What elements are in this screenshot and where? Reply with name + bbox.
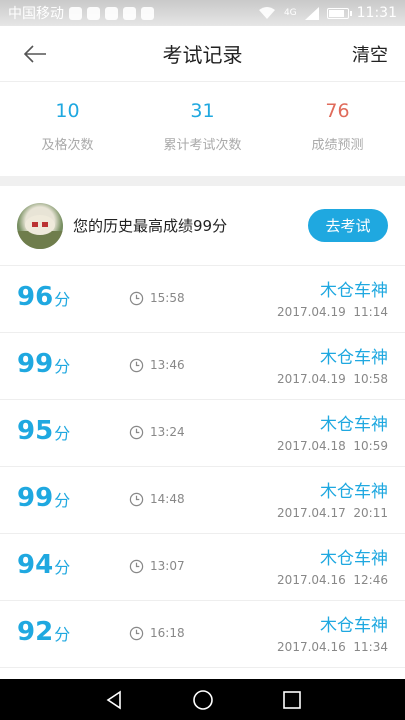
score: 99分 bbox=[17, 349, 70, 379]
score-value: 92 bbox=[17, 617, 54, 647]
network-type: 4G bbox=[283, 8, 297, 18]
status-bar: 中国移动 4G 11:31 bbox=[0, 0, 405, 26]
exam-datetime: 2017.04.16 11:34 bbox=[277, 640, 388, 654]
notification-app-icon bbox=[141, 6, 154, 20]
score: 99分 bbox=[17, 483, 70, 513]
score-value: 95 bbox=[17, 416, 54, 446]
clear-button[interactable]: 清空 bbox=[335, 41, 405, 67]
exam-date: 2017.04.19 bbox=[277, 372, 346, 386]
notification-app-icon bbox=[69, 6, 82, 20]
exam-duration: 14:48 bbox=[150, 492, 185, 506]
avatar bbox=[17, 202, 63, 249]
exam-datetime: 2017.04.18 10:59 bbox=[277, 439, 388, 453]
arrow-left-icon bbox=[23, 44, 46, 63]
stat-value: 31 bbox=[190, 100, 215, 122]
exam-duration: 13:24 bbox=[150, 425, 185, 439]
exam-record-row[interactable]: 99分 13:46 木仓车神 2017.04.19 10:58 bbox=[0, 333, 405, 400]
exam-time: 11:34 bbox=[353, 640, 388, 654]
score-value: 96 bbox=[17, 282, 54, 312]
exam-date: 2017.04.19 bbox=[277, 305, 346, 319]
notification-app-icon bbox=[87, 6, 100, 20]
battery-icon bbox=[326, 7, 352, 19]
exam-time: 10:59 bbox=[353, 439, 388, 453]
exam-record-row[interactable]: 99分 14:48 木仓车神 2017.04.17 20:11 bbox=[0, 467, 405, 534]
clock-time: 11:31 bbox=[356, 5, 397, 21]
stat-label: 成绩预测 bbox=[311, 138, 364, 153]
take-exam-button[interactable]: 去考试 bbox=[308, 209, 388, 242]
exam-duration: 15:58 bbox=[150, 291, 185, 305]
battery-level bbox=[328, 9, 344, 17]
stat-label: 及格次数 bbox=[41, 138, 94, 153]
exam-duration: 13:07 bbox=[150, 559, 185, 573]
user-name: 木仓车神 bbox=[320, 616, 388, 636]
clock-icon bbox=[129, 626, 144, 641]
exam-datetime: 2017.04.17 20:11 bbox=[277, 506, 388, 520]
nav-back-icon[interactable] bbox=[104, 690, 124, 710]
clock-icon bbox=[129, 291, 144, 306]
stat-total-exams: 31 累计考试次数 bbox=[135, 82, 270, 176]
score-value: 99 bbox=[17, 483, 54, 513]
score-unit: 分 bbox=[54, 491, 71, 510]
exam-record-row[interactable]: 95分 13:24 木仓车神 2017.04.18 10:59 bbox=[0, 400, 405, 467]
page-title: 考试记录 bbox=[162, 43, 243, 67]
exam-date: 2017.04.18 bbox=[277, 439, 346, 453]
exam-date: 2017.04.16 bbox=[277, 640, 346, 654]
score: 96分 bbox=[17, 282, 70, 312]
user-name: 木仓车神 bbox=[320, 348, 388, 368]
score-value: 99 bbox=[17, 349, 54, 379]
best-score-text: 您的历史最高成绩99分 bbox=[73, 217, 228, 235]
stat-label: 累计考试次数 bbox=[163, 138, 242, 153]
score-unit: 分 bbox=[54, 424, 71, 443]
clock-icon bbox=[129, 492, 144, 507]
back-button[interactable] bbox=[0, 26, 70, 82]
notification-app-icon bbox=[123, 6, 136, 20]
score: 94分 bbox=[17, 550, 70, 580]
score-unit: 分 bbox=[54, 357, 71, 376]
exam-time: 11:14 bbox=[353, 305, 388, 319]
exam-time: 20:11 bbox=[353, 506, 388, 520]
nav-home-icon[interactable] bbox=[192, 689, 214, 711]
exam-duration: 13:46 bbox=[150, 358, 185, 372]
notification-app-icon bbox=[105, 6, 118, 20]
exam-time: 10:58 bbox=[353, 372, 388, 386]
exam-record-row[interactable]: 96分 15:58 木仓车神 2017.04.19 11:14 bbox=[0, 266, 405, 333]
exam-record-row[interactable]: 94分 13:07 木仓车神 2017.04.16 12:46 bbox=[0, 534, 405, 601]
carrier-label: 中国移动 bbox=[8, 6, 64, 22]
best-score-row: 您的历史最高成绩99分 去考试 bbox=[0, 186, 405, 266]
exam-record-row[interactable]: 92分 16:18 木仓车神 2017.04.16 11:34 bbox=[0, 601, 405, 668]
stat-score-prediction: 76 成绩预测 bbox=[270, 82, 405, 176]
clock-icon bbox=[129, 559, 144, 574]
exam-datetime: 2017.04.19 11:14 bbox=[277, 305, 388, 319]
stat-pass-count: 10 及格次数 bbox=[0, 82, 135, 176]
clock-icon bbox=[129, 425, 144, 440]
stat-value: 76 bbox=[325, 100, 350, 122]
wifi-icon bbox=[258, 7, 275, 19]
exam-time: 12:46 bbox=[353, 573, 388, 587]
signal-icon bbox=[304, 6, 319, 20]
score-unit: 分 bbox=[54, 625, 71, 644]
exam-date: 2017.04.16 bbox=[277, 573, 346, 587]
system-nav-bar bbox=[0, 679, 405, 720]
score-unit: 分 bbox=[54, 290, 71, 309]
exam-date: 2017.04.17 bbox=[277, 506, 346, 520]
app-header: 考试记录 清空 bbox=[0, 26, 405, 82]
score-value: 94 bbox=[17, 550, 54, 580]
nav-recent-apps-icon[interactable] bbox=[283, 690, 301, 709]
avatar-image bbox=[17, 214, 63, 249]
exam-datetime: 2017.04.19 10:58 bbox=[277, 372, 388, 386]
user-name: 木仓车神 bbox=[320, 549, 388, 569]
score-unit: 分 bbox=[54, 558, 71, 577]
stat-value: 10 bbox=[55, 100, 80, 122]
stats-panel: 10 及格次数 31 累计考试次数 76 成绩预测 bbox=[0, 82, 405, 176]
user-name: 木仓车神 bbox=[320, 482, 388, 502]
section-divider bbox=[0, 176, 405, 186]
user-name: 木仓车神 bbox=[320, 415, 388, 435]
exam-duration: 16:18 bbox=[150, 626, 185, 640]
score: 92分 bbox=[17, 617, 70, 647]
clock-icon bbox=[129, 358, 144, 373]
user-name: 木仓车神 bbox=[320, 281, 388, 301]
exam-datetime: 2017.04.16 12:46 bbox=[277, 573, 388, 587]
score: 95分 bbox=[17, 416, 70, 446]
